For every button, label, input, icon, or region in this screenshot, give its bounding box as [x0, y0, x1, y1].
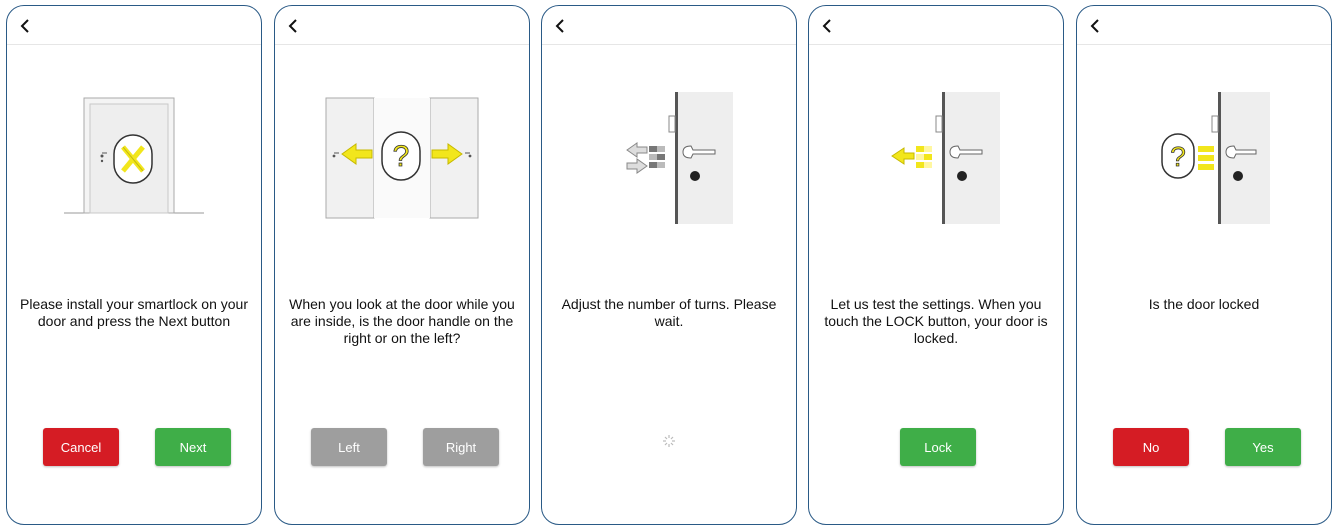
question-mark-icon: ? — [1170, 141, 1186, 172]
question-mark-icon: ? — [393, 140, 410, 173]
chevron-left-icon[interactable] — [819, 17, 837, 35]
next-button[interactable]: Next — [155, 428, 231, 466]
chevron-left-icon[interactable] — [17, 17, 35, 35]
loading-spinner-icon — [663, 435, 675, 447]
instruction-text: Adjust the number of turns. Please wait. — [561, 296, 777, 329]
screen-adjust-turns: Adjust the number of turns. Please wait. — [541, 5, 797, 525]
lock-status-illustration: ? — [1161, 92, 1270, 224]
door-side-illustration: ? — [325, 97, 479, 219]
lock-test-illustration — [891, 92, 1000, 224]
chevron-left-icon[interactable] — [552, 17, 570, 35]
lock-adjust-illustration — [626, 92, 733, 224]
screen-test-lock: Let us test the settings. When you touch… — [808, 5, 1064, 525]
top-bar — [809, 6, 1063, 45]
instruction-text: Please install your smartlock on your do… — [20, 296, 248, 329]
lock-button[interactable]: Lock — [900, 428, 976, 466]
right-button[interactable]: Right — [423, 428, 499, 466]
instruction-text: Let us test the settings. When you touch… — [824, 296, 1048, 346]
screen-install: Please install your smartlock on your do… — [6, 5, 262, 525]
chevron-left-icon[interactable] — [1087, 17, 1105, 35]
chevron-left-icon[interactable] — [285, 17, 303, 35]
cancel-button[interactable]: Cancel — [43, 428, 119, 466]
instruction-text: When you look at the door while you are … — [289, 296, 515, 346]
top-bar — [1077, 6, 1331, 45]
screen-handle-side: ? When you look at the door while you ar… — [274, 5, 530, 525]
top-bar — [7, 6, 261, 45]
question-text: Is the door locked — [1148, 296, 1260, 312]
left-button[interactable]: Left — [311, 428, 387, 466]
top-bar — [542, 6, 796, 45]
no-button[interactable]: No — [1113, 428, 1189, 466]
door-install-illustration — [64, 97, 204, 214]
screen-confirm-locked: ? Is the door locked No Yes — [1076, 5, 1332, 525]
top-bar — [275, 6, 529, 45]
yes-button[interactable]: Yes — [1225, 428, 1301, 466]
